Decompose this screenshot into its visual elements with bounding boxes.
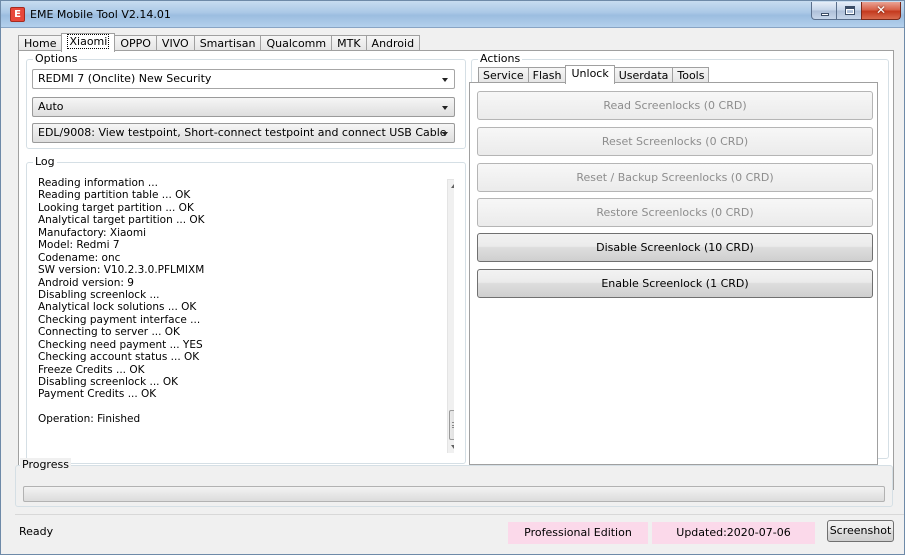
model-select-value: REDMI 7 (Onclite) New Security <box>38 72 212 85</box>
grip-icon <box>452 422 454 428</box>
tab-label: Home <box>24 37 57 50</box>
tab-label: VIVO <box>161 37 189 50</box>
tab-label: Tools <box>677 69 705 82</box>
mode-select[interactable]: Auto <box>32 97 455 117</box>
client-area: Home Xiaomi OPPO VIVO Smartisan Qualcomm MTK An… <box>8 32 904 550</box>
log-line: Checking account status ... OK <box>38 351 200 364</box>
mode-select-value: Auto <box>38 100 64 113</box>
window-title: EME Mobile Tool V2.14.01 <box>30 8 171 21</box>
actions-label: Actions <box>478 52 523 66</box>
log-line: Freeze Credits ... OK <box>38 363 145 376</box>
title-bar[interactable]: E EME Mobile Tool V2.14.01 ✕ <box>1 1 904 28</box>
log-scrollbar[interactable] <box>447 179 454 453</box>
connection-select-value: EDL/9008: View testpoint, Short-connect … <box>38 126 447 139</box>
updated-date: Updated:2020-07-06 <box>652 522 815 544</box>
app-logo-icon: E <box>10 7 25 22</box>
log-line: Payment Credits ... OK <box>38 388 157 401</box>
log-line: Reading partition table ... OK <box>38 189 191 202</box>
edition-badge: Professional Edition <box>508 522 648 544</box>
reset-screenlocks-button[interactable]: Reset Screenlocks (0 CRD) <box>477 127 873 156</box>
tab-label: Flash <box>532 69 562 82</box>
close-button[interactable]: ✕ <box>861 2 901 20</box>
tab-label: Userdata <box>618 69 669 82</box>
maximize-button[interactable] <box>836 2 862 20</box>
log-line: Connecting to server ... OK <box>38 326 180 339</box>
connection-select[interactable]: EDL/9008: View testpoint, Short-connect … <box>32 123 455 143</box>
maximize-icon <box>845 6 855 15</box>
chevron-down-icon <box>442 106 448 110</box>
tab-xiaomi[interactable]: Xiaomi <box>61 33 116 52</box>
reset-backup-screenlocks-button[interactable]: Reset / Backup Screenlocks (0 CRD) <box>477 163 873 192</box>
log-line: Operation: Finished <box>38 413 141 426</box>
scroll-up-icon[interactable] <box>451 184 454 188</box>
screenshot-button[interactable]: Screenshot <box>827 520 894 542</box>
options-label: Options <box>33 52 80 66</box>
chevron-down-icon <box>442 132 448 136</box>
restore-screenlocks-button[interactable]: Restore Screenlocks (0 CRD) <box>477 198 873 227</box>
model-select[interactable]: REDMI 7 (Onclite) New Security <box>32 69 455 89</box>
tab-label: OPPO <box>120 37 151 50</box>
tab-label: Unlock <box>571 67 609 80</box>
read-screenlocks-button[interactable]: Read Screenlocks (0 CRD) <box>477 91 873 120</box>
tab-label: Smartisan <box>199 37 256 50</box>
scroll-thumb[interactable] <box>449 410 454 440</box>
tab-label: Xiaomi <box>67 34 110 49</box>
app-window: E EME Mobile Tool V2.14.01 ✕ Home Xiaomi O… <box>0 0 905 555</box>
unlock-tab-page: Read Screenlocks (0 CRD) Reset Screenlock… <box>469 82 878 465</box>
log-line: Codename: onc <box>38 251 121 264</box>
tab-label: Android <box>371 37 415 50</box>
close-icon: ✕ <box>875 3 887 17</box>
status-bar: Ready Professional Edition Updated:2020-… <box>15 514 904 550</box>
log-line: SW version: V10.2.3.0.PFLMIXM <box>38 264 205 277</box>
log-line: Reading information ... <box>38 177 158 189</box>
log-line: Looking target partition ... OK <box>38 201 194 214</box>
log-line: Model: Redmi 7 <box>38 239 120 252</box>
log-line: Manufactory: Xiaomi <box>38 226 147 239</box>
log-line: Disabling screenlock ... OK <box>38 376 179 388</box>
log-line: Checking need payment ... YES <box>38 338 203 351</box>
progress-label: Progress <box>20 458 71 472</box>
enable-screenlock-button[interactable]: Enable Screenlock (1 CRD) <box>477 269 873 298</box>
tab-label: Qualcomm <box>266 37 327 50</box>
tab-unlock[interactable]: Unlock <box>565 65 615 84</box>
disable-screenlock-button[interactable]: Disable Screenlock (10 CRD) <box>477 233 873 262</box>
log-line: Analytical lock solutions ... OK <box>38 301 197 314</box>
log-text: Reading information ... Reading partition… <box>38 177 438 426</box>
options-group: Options REDMI 7 (Onclite) New Security A… <box>26 52 466 149</box>
chevron-down-icon <box>442 78 448 82</box>
progress-bar <box>23 486 885 502</box>
status-text: Ready <box>19 525 54 538</box>
tab-label: Service <box>483 69 524 82</box>
minimize-icon <box>821 13 829 16</box>
scroll-down-icon[interactable] <box>451 445 454 449</box>
log-line: Checking payment interface ... <box>38 313 201 326</box>
log-group: Log Reading information ... Reading parti… <box>26 155 466 464</box>
log-line: Android version: 9 <box>38 276 134 289</box>
log-line: Analytical target partition ... OK <box>38 214 205 227</box>
log-line: Disabling screenlock ... <box>38 288 160 301</box>
minimize-button[interactable] <box>811 2 837 20</box>
log-label: Log <box>33 155 57 169</box>
progress-group: Progress <box>15 458 893 507</box>
log-output[interactable]: Reading information ... Reading partition… <box>34 173 454 453</box>
tab-label: MTK <box>337 37 361 50</box>
